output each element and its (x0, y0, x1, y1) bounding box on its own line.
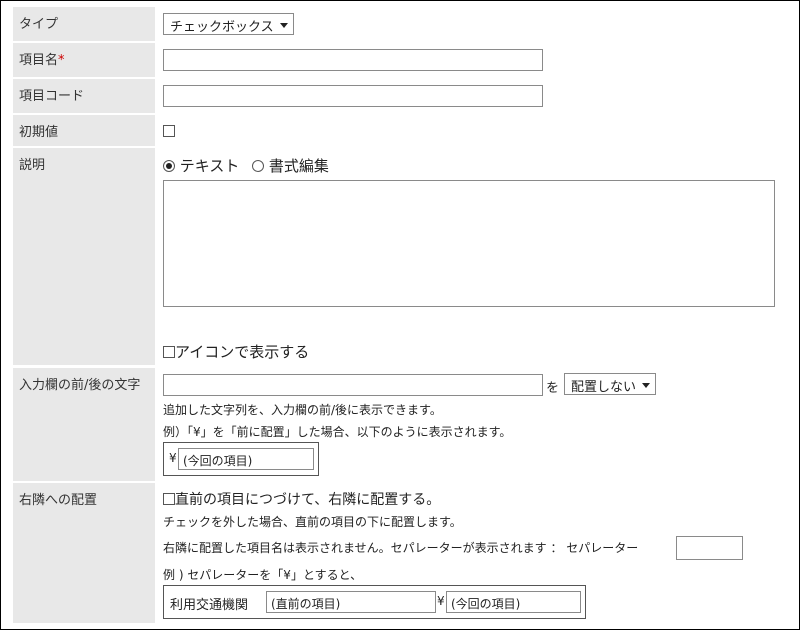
type-select[interactable]: チェックボックス (163, 13, 294, 35)
radio-rich-format[interactable] (252, 160, 265, 172)
affix-example-prefix: ¥ (169, 451, 177, 465)
description-format-options: テキスト 書式編集 (163, 155, 329, 176)
affix-position-select-value: 配置しない (571, 380, 637, 395)
default-value-label: 初期値 (13, 115, 155, 146)
item-code-label-text: 項目コード (19, 89, 85, 104)
right-layout-help-1: チェックを外した場合、直前の項目の下に配置します。 (163, 515, 462, 529)
right-layout-example-prev-field: (直前の項目) (266, 591, 436, 613)
radio-rich-format-label[interactable]: 書式編集 (269, 157, 329, 175)
right-layout-label: 右隣への配置 (13, 483, 155, 623)
separator-input[interactable] (676, 536, 743, 560)
affix-label-text: 入力欄の前/後の文字 (19, 378, 141, 393)
description-label-text: 説明 (19, 158, 46, 173)
item-code-label: 項目コード (13, 79, 155, 113)
chevron-down-icon (280, 23, 288, 28)
item-name-input[interactable] (163, 49, 543, 71)
affix-help-1: 追加した文字列を、入力欄の前/後に表示できます。 (163, 403, 442, 417)
show-icon-label[interactable]: アイコンで表示する (175, 343, 309, 361)
type-label-text: タイプ (19, 17, 59, 32)
chevron-down-icon (642, 383, 650, 388)
item-code-input[interactable] (163, 85, 543, 107)
type-label: タイプ (13, 7, 155, 41)
description-textarea[interactable] (163, 180, 775, 307)
right-layout-checkbox-label[interactable]: 直前の項目につづけて、右隣に配置する。 (175, 492, 440, 508)
affix-example: ¥ (今回の項目) (163, 442, 319, 476)
description-label: 説明 (13, 148, 155, 365)
default-value-label-text: 初期値 (19, 125, 59, 140)
show-icon-option[interactable]: アイコンで表示する (163, 341, 309, 362)
radio-text-format-label[interactable]: テキスト (180, 157, 240, 175)
affix-example-field-text: (今回の項目) (183, 454, 253, 468)
right-layout-example-prev-field-text: (直前の項目) (271, 597, 341, 611)
type-select-value: チェックボックス (170, 20, 274, 35)
right-layout-option[interactable]: 直前の項目につづけて、右隣に配置する。 (163, 489, 440, 509)
right-layout-help-2: 右隣に配置した項目名は表示されません。セパレーターが表示されます ： セパレータ… (163, 541, 639, 555)
affix-example-field: (今回の項目) (178, 448, 314, 470)
item-name-label-text: 項目名 (19, 53, 59, 68)
right-layout-label-text: 右隣への配置 (19, 493, 98, 508)
right-layout-example-separator: ¥ (437, 594, 445, 608)
affix-particle: を (546, 381, 560, 396)
required-mark: * (58, 53, 65, 68)
affix-input[interactable] (163, 374, 543, 396)
affix-position-select[interactable]: 配置しない (564, 373, 656, 395)
radio-text-format[interactable] (163, 160, 175, 172)
right-layout-example: 利用交通機関 (直前の項目) ¥ (今回の項目) (163, 585, 586, 619)
right-layout-example-current-field: (今回の項目) (446, 591, 581, 613)
right-layout-checkbox[interactable] (163, 493, 175, 505)
affix-help-2: 例）「¥」を「前に配置」した場合、以下のように表示されます。 (163, 425, 512, 439)
show-icon-checkbox[interactable] (163, 346, 175, 358)
item-settings-form: タイプ チェックボックス 項目名* 項目コード 初期値 説明 テキスト 書式編集… (0, 0, 800, 630)
default-value-checkbox[interactable] (163, 125, 175, 137)
right-layout-help-3: 例 ) セパレーターを「¥」とすると、 (163, 568, 363, 582)
right-layout-example-label: 利用交通機関 (170, 598, 249, 613)
item-name-label: 項目名* (13, 43, 155, 77)
affix-label: 入力欄の前/後の文字 (13, 368, 155, 481)
right-layout-example-current-field-text: (今回の項目) (451, 597, 521, 611)
